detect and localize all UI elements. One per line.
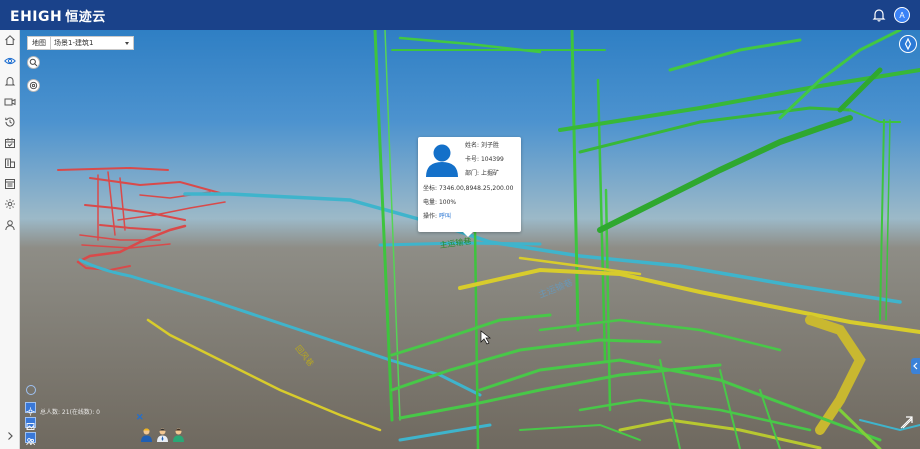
popup-battery-label: 电量: [423, 199, 438, 206]
home-icon [5, 35, 15, 46]
eye-icon [4, 57, 16, 64]
popup-name-row: 姓名: 刘子胜 [465, 142, 499, 150]
measure-tool-icon[interactable] [899, 415, 914, 430]
top-header-bar: EHIGH 恒迹云 A [0, 0, 920, 30]
sidebar-expand-button[interactable] [0, 429, 20, 443]
settings-icon [5, 199, 15, 210]
people-view-button[interactable] [25, 432, 36, 446]
report-icon [5, 178, 15, 189]
popup-coord-label: 坐标: [423, 185, 438, 192]
sidebar-home[interactable] [0, 30, 20, 51]
popup-pointer [463, 232, 473, 237]
sidebar-history[interactable] [0, 112, 20, 133]
brand-chinese: 恒迹云 [65, 9, 106, 25]
map-view-button[interactable] [25, 417, 36, 430]
alarm-icon [4, 77, 16, 86]
sun-icon [26, 407, 35, 416]
brand-latin: EHIGH [10, 8, 63, 25]
sidebar-alarm[interactable] [0, 71, 20, 92]
scene-select-dropdown[interactable]: 场景1-建筑1 [51, 38, 133, 48]
mine-3d-scene[interactable]: 主运输巷 回风巷 主运输巷 [20, 30, 920, 449]
person-avatar-icon [426, 144, 458, 177]
popup-battery-value: 100% [438, 199, 457, 206]
video-icon [4, 98, 16, 106]
locate-button[interactable] [27, 79, 40, 92]
light-mode-button[interactable] [25, 402, 36, 416]
layer-toggle-button[interactable] [26, 385, 36, 395]
compass-button[interactable] [899, 35, 917, 53]
close-person-bar-button[interactable]: ✕ [136, 412, 144, 423]
chevron-right-icon [8, 432, 13, 440]
popup-battery-row: 电量: 100% [423, 199, 456, 207]
left-sidebar [0, 30, 20, 449]
tunnel-network-canvas[interactable]: 主运输巷 回风巷 主运输巷 [20, 30, 920, 449]
brand-logo: EHIGH 恒迹云 [10, 6, 106, 25]
map-scene-bar: 地图 场景1-建筑1 [27, 36, 134, 50]
right-panel-toggle[interactable] [911, 358, 920, 374]
popup-name-value: 刘子胜 [480, 142, 499, 149]
popup-dept-label: 部门: [465, 170, 480, 177]
popup-name-label: 姓名: [465, 142, 480, 149]
compass-icon [904, 37, 912, 51]
image-icon [26, 423, 35, 430]
visitor-icon[interactable] [172, 427, 185, 442]
manager-icon[interactable] [156, 427, 169, 442]
popup-coord-row: 坐标: 7346.00,8948.25,200.00 [423, 185, 513, 193]
notification-bell-icon[interactable] [872, 8, 886, 22]
history-icon [5, 117, 15, 127]
popup-action-row: 操作: 呼叫 [423, 213, 451, 221]
call-link[interactable]: 呼叫 [439, 213, 451, 220]
sidebar-user[interactable] [0, 215, 20, 236]
group-icon [26, 438, 35, 446]
target-icon [29, 81, 38, 90]
dropdown-caret-icon [125, 41, 129, 45]
popup-dept-value: 上掘矿 [480, 170, 499, 177]
sidebar-building[interactable] [0, 153, 20, 174]
chevron-left-icon [913, 362, 918, 370]
building-icon [5, 158, 15, 169]
popup-card-label: 卡号: [465, 156, 480, 163]
miner-icon[interactable] [140, 427, 153, 442]
popup-coord-value: 7346.00,8948.25,200.00 [438, 185, 514, 192]
search-button[interactable] [27, 56, 40, 69]
personnel-info-popup: 姓名: 刘子胜 卡号: 104399 部门: 上掘矿 坐标: 7346.00,8… [418, 137, 521, 237]
calendar-icon [5, 137, 15, 148]
popup-dept-row: 部门: 上掘矿 [465, 170, 499, 178]
search-icon [29, 58, 38, 67]
user-icon [5, 219, 15, 230]
popup-card-value: 104399 [480, 156, 504, 163]
sidebar-report[interactable] [0, 174, 20, 195]
user-avatar[interactable]: A [894, 7, 910, 23]
popup-action-label: 操作: [423, 213, 438, 220]
sidebar-schedule[interactable] [0, 133, 20, 154]
scene-select-value: 场景1-建筑1 [54, 39, 94, 47]
people-count-text: 总人数: 21(在线数): 0 [40, 409, 100, 416]
map-label: 地图 [28, 37, 51, 49]
user-initial: A [899, 10, 905, 20]
popup-card-row: 卡号: 104399 [465, 156, 504, 164]
sidebar-monitor[interactable] [0, 51, 20, 72]
sidebar-video[interactable] [0, 92, 20, 113]
sidebar-settings[interactable] [0, 194, 20, 215]
